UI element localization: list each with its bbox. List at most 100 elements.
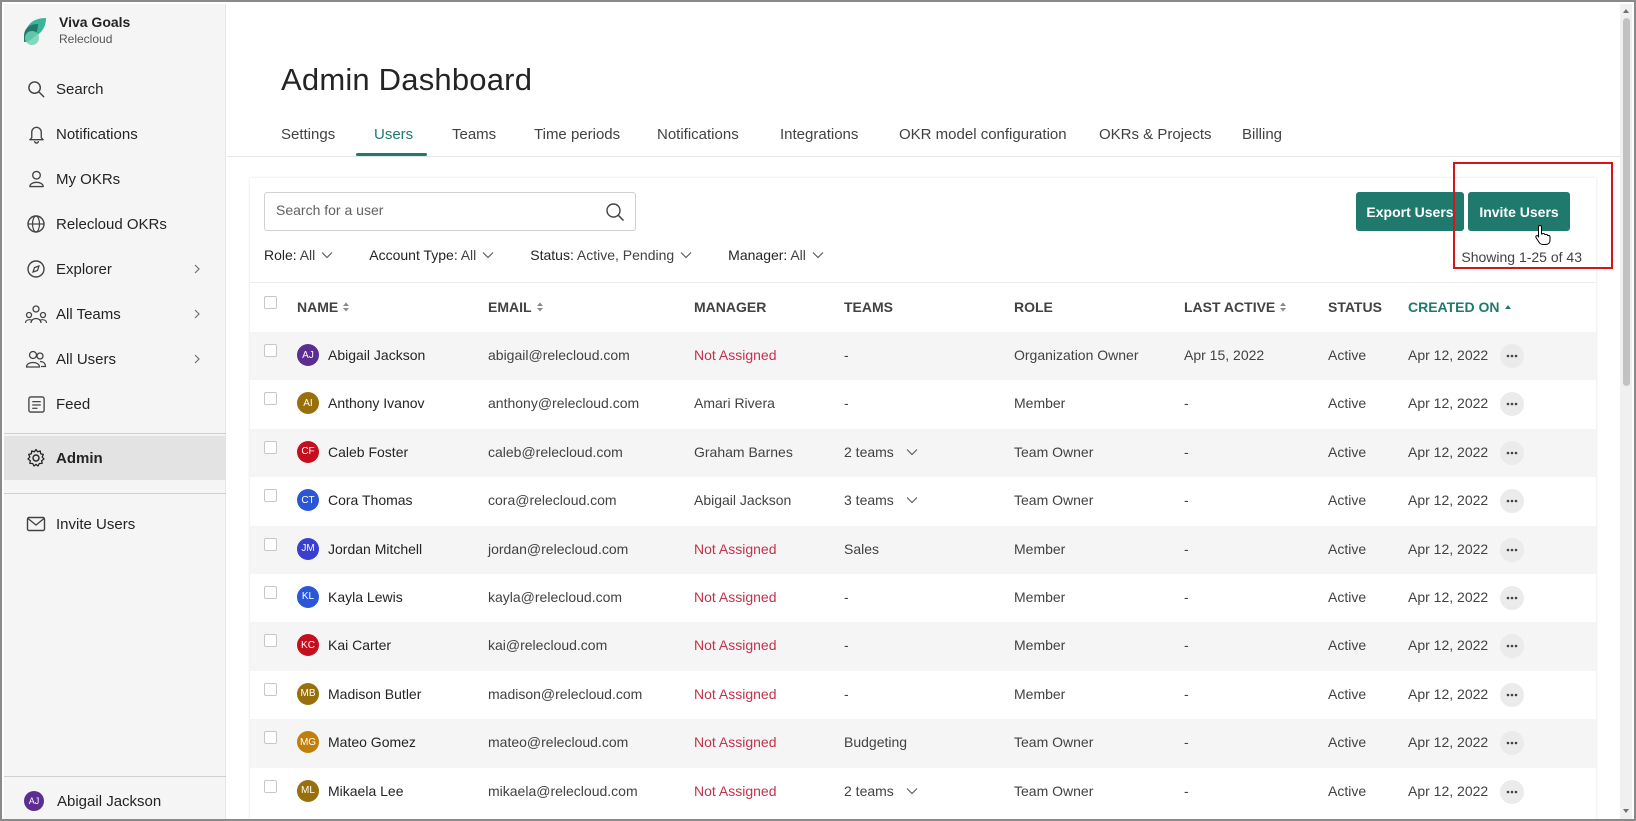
tab-teams[interactable]: Teams (452, 126, 496, 143)
row-more-options-button[interactable] (1500, 489, 1524, 514)
current-user[interactable]: AJ Abigail Jackson (24, 791, 161, 811)
tab-okr-model-configuration[interactable]: OKR model configuration (899, 126, 1067, 143)
sidebar-item-my-okrs[interactable]: My OKRs (4, 157, 226, 201)
scroll-up-arrow-icon[interactable] (1622, 7, 1630, 15)
scrollbar-thumb[interactable] (1623, 18, 1630, 386)
row-checkbox[interactable] (264, 634, 277, 648)
column-header-email[interactable]: EMAIL (488, 299, 544, 315)
search-input[interactable] (276, 202, 576, 218)
name-cell[interactable]: MB Madison Butler (297, 682, 421, 705)
row-more-options-button[interactable] (1500, 682, 1524, 707)
last-active-cell-text: - (1184, 685, 1189, 702)
table-row[interactable]: JM Jordan Mitchell jordan@relecloud.com Not… (250, 525, 1596, 574)
last-active-cell-text: - (1184, 588, 1189, 605)
teams-cell[interactable]: 2 teams (844, 783, 918, 799)
row-checkbox[interactable] (264, 682, 277, 696)
tab-notifications[interactable]: Notifications (657, 126, 739, 143)
viva-goals-logo-icon (24, 18, 46, 45)
filter-account-type[interactable]: Account Type: All (369, 247, 494, 263)
teams-cell[interactable]: 2 teams (844, 444, 918, 460)
row-more-options-button[interactable] (1500, 392, 1524, 417)
search-icon[interactable] (605, 202, 625, 222)
name-cell[interactable]: MG Mateo Gomez (297, 731, 416, 754)
manager-cell-text: Not Assigned (694, 685, 777, 702)
column-header-last-active[interactable]: LAST ACTIVE (1184, 299, 1287, 315)
row-more-options-button[interactable] (1500, 344, 1524, 368)
name-cell[interactable]: KL Kayla Lewis (297, 585, 403, 608)
last-active-cell-text: - (1184, 734, 1189, 751)
table-row[interactable]: AJ Abigail Jackson abigail@relecloud.com No… (250, 332, 1596, 381)
teams-cell-text: - (844, 588, 849, 605)
row-more-options-button[interactable] (1500, 779, 1524, 804)
table-row[interactable]: KL Kayla Lewis kayla@relecloud.com Not Assi… (250, 574, 1596, 622)
sidebar-item-invite-users[interactable]: Invite Users (4, 502, 226, 546)
row-checkbox[interactable] (264, 585, 277, 599)
teams-cell[interactable]: 3 teams (844, 492, 918, 508)
tab-settings[interactable]: Settings (281, 126, 335, 143)
row-checkbox[interactable] (264, 489, 277, 503)
tab-time-periods[interactable]: Time periods (534, 126, 620, 143)
filter-role[interactable]: Role: All (264, 247, 333, 263)
table-row[interactable]: KC Kai Carter kai@relecloud.com Not Assigne… (250, 622, 1596, 671)
active-tab-indicator (356, 153, 427, 156)
row-checkbox[interactable] (264, 537, 277, 551)
table-row[interactable]: CF Caleb Foster caleb@relecloud.com Graham … (250, 428, 1596, 478)
sidebar-item-feed[interactable]: Feed (4, 382, 226, 426)
table-row[interactable]: ML Mikaela Lee mikaela@relecloud.com Not As… (250, 768, 1596, 816)
row-checkbox[interactable] (264, 731, 277, 745)
name-cell[interactable]: AJ Abigail Jackson (297, 344, 425, 366)
row-more-options-button[interactable] (1500, 585, 1524, 610)
vertical-scrollbar[interactable] (1620, 4, 1632, 819)
table-row[interactable]: MB Madison Butler madison@relecloud.com Not… (250, 671, 1596, 719)
name-cell[interactable]: JM Jordan Mitchell (297, 537, 423, 560)
column-header-created-on[interactable]: CREATED ON (1408, 299, 1512, 315)
tab-billing[interactable]: Billing (1242, 126, 1282, 143)
row-checkbox[interactable] (264, 440, 277, 454)
ellipsis-icon (1506, 451, 1518, 455)
sidebar-item-relecloud-okrs[interactable]: Relecloud OKRs (4, 202, 226, 246)
column-label: NAME (297, 299, 339, 315)
name-cell[interactable]: CT Cora Thomas (297, 489, 413, 512)
filter-manager[interactable]: Manager: All (728, 247, 824, 263)
sidebar-item-search[interactable]: Search (4, 67, 226, 111)
avatar: MB (297, 682, 319, 705)
tab-users[interactable]: Users (374, 126, 413, 143)
scroll-down-arrow-icon[interactable] (1622, 807, 1630, 815)
table-row[interactable]: AI Anthony Ivanov anthony@relecloud.com Ama… (250, 380, 1596, 428)
sidebar-item-admin[interactable]: Admin (4, 436, 226, 480)
row-checkbox[interactable] (264, 344, 277, 357)
export-users-button[interactable]: Export Users (1356, 192, 1464, 231)
user-name: Jordan Mitchell (328, 540, 423, 557)
row-checkbox[interactable] (264, 392, 277, 406)
sidebar-item-all-teams[interactable]: All Teams (4, 292, 226, 336)
sidebar-item-notifications[interactable]: Notifications (4, 112, 226, 156)
row-checkbox[interactable] (264, 779, 277, 793)
select-all-checkbox[interactable] (264, 296, 277, 309)
avatar: AJ (297, 344, 319, 366)
sidebar-item-all-users[interactable]: All Users (4, 337, 226, 381)
column-header-name[interactable]: NAME (297, 299, 350, 315)
invite-users-button[interactable]: Invite Users (1468, 192, 1570, 231)
brand[interactable]: Viva Goals Relecloud (20, 14, 130, 46)
role-cell: Member (1014, 686, 1065, 702)
tab-integrations[interactable]: Integrations (780, 126, 858, 143)
name-cell[interactable]: KC Kai Carter (297, 634, 391, 657)
sidebar-item-explorer[interactable]: Explorer (4, 247, 226, 291)
status-cell: Active (1328, 395, 1366, 411)
row-more-options-button[interactable] (1500, 634, 1524, 659)
table-row[interactable]: CT Cora Thomas cora@relecloud.com Abigail J… (250, 477, 1596, 525)
row-more-options-button[interactable] (1500, 537, 1524, 562)
name-cell[interactable]: CF Caleb Foster (297, 440, 408, 463)
filter-status[interactable]: Status: Active, Pending (530, 247, 692, 263)
name-cell[interactable]: ML Mikaela Lee (297, 779, 404, 802)
last-active-cell: - (1184, 734, 1189, 750)
sidebar-item-label: Relecloud OKRs (56, 215, 167, 233)
filter-label: Status: (530, 247, 574, 263)
page-title: Admin Dashboard (281, 62, 533, 97)
tab-okrs-projects[interactable]: OKRs & Projects (1099, 126, 1212, 143)
row-more-options-button[interactable] (1500, 440, 1524, 465)
email-cell-text: kayla@relecloud.com (488, 588, 623, 605)
row-more-options-button[interactable] (1500, 731, 1524, 756)
table-row[interactable]: MG Mateo Gomez mateo@relecloud.com Not Assi… (250, 719, 1596, 768)
name-cell[interactable]: AI Anthony Ivanov (297, 392, 425, 415)
